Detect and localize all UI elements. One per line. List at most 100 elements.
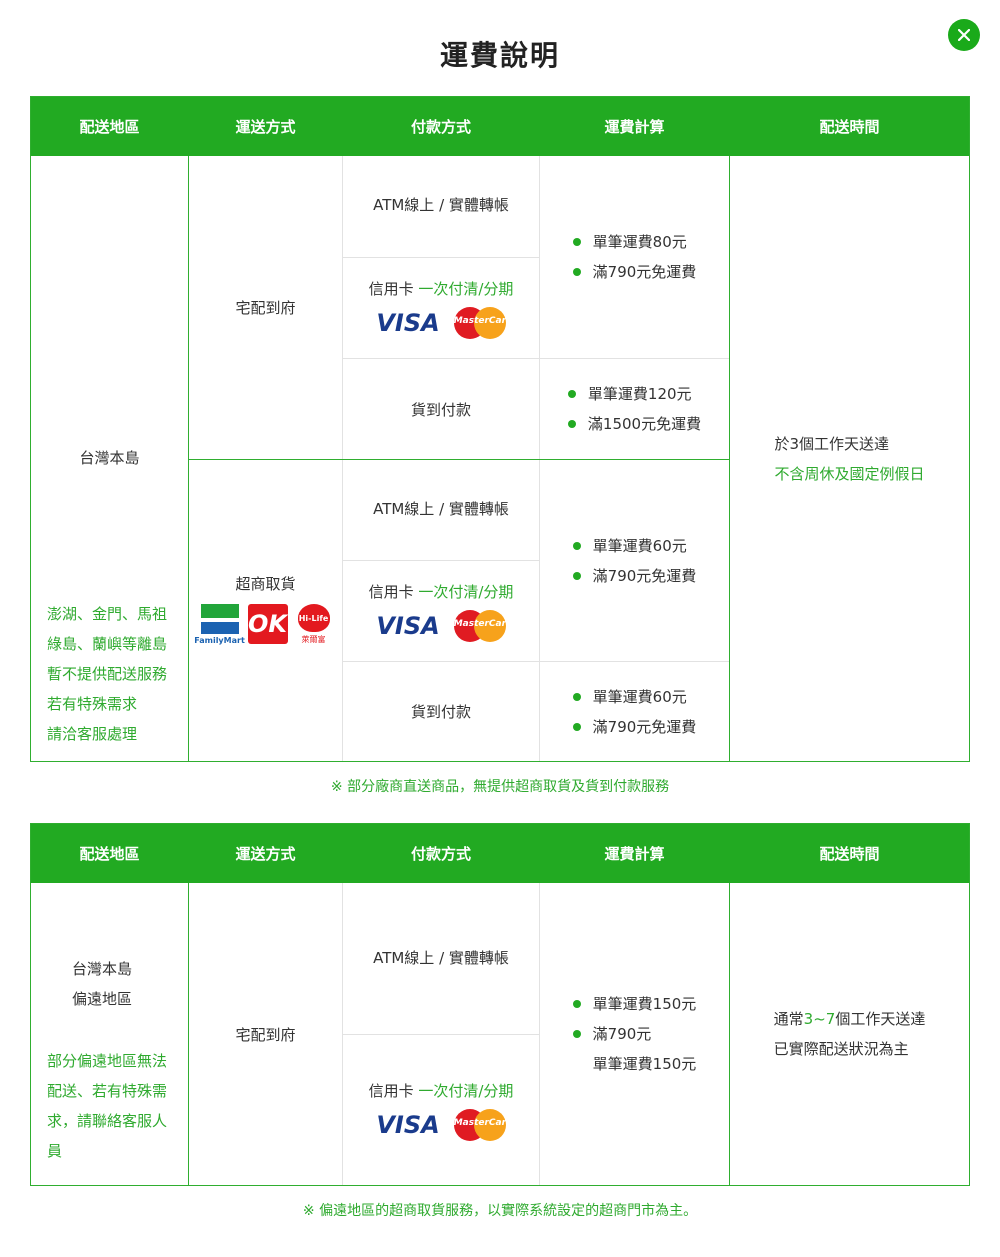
payment-atm-label: ATM線上 / 實體轉帳 [373, 500, 509, 518]
store-logos: FamilyMart OK Hi-Life 萊爾富 [194, 604, 332, 645]
header-payment: 付款方式 [410, 845, 471, 863]
hilife-text: Hi-Life [297, 604, 330, 632]
time-suffix: 個工作天送達 [835, 1010, 926, 1028]
region-note-line: 配送、若有特殊需 [47, 1082, 168, 1100]
method-store-pickup: 超商取貨 FamilyMart OK Hi-Life 萊爾富 [189, 517, 342, 645]
header-payment: 付款方式 [410, 118, 471, 136]
payment-credit-card: 信用卡 一次付清/分期 VISA MasterCard [343, 1035, 539, 1185]
fee-list: 單筆運費120元 滿1500元免運費 [567, 379, 701, 439]
header-fee: 運費計算 [604, 845, 665, 863]
visa-logo: VISA [376, 1110, 440, 1139]
header-method: 運送方式 [235, 118, 296, 136]
region-note-line: 求，請聯絡客服人 [47, 1112, 168, 1130]
modal-title: 運費說明 [439, 39, 560, 72]
shipping-table-remote: 配送地區 運送方式 付款方式 運費計算 配送時間 台灣本島 偏遠地區 部分偏遠地… [30, 823, 970, 1186]
delivery-time: 於3個工作天送達 不含周休及國定例假日 [730, 156, 969, 761]
card-prefix: 信用卡 [368, 582, 414, 601]
time-highlight: 3~7 [803, 1010, 836, 1028]
mastercard-logo: MasterCard [453, 306, 513, 339]
fee-home-prepaid: 單筆運費80元 滿790元免運費 [540, 156, 729, 358]
region-note-line: 綠島、蘭嶼等離島 [47, 635, 168, 653]
hilife-subtext: 萊爾富 [301, 635, 326, 644]
header-fee: 運費計算 [604, 118, 665, 136]
fee-item: 單筆運費60元 [572, 682, 697, 712]
header-time: 配送時間 [819, 118, 880, 136]
store-pickup-label: 超商取貨 [235, 575, 296, 593]
region-label: 台灣本島 偏遠地區 [72, 954, 132, 1014]
fee-item: 滿1500元免運費 [567, 409, 701, 439]
method-home-delivery: 宅配到府 [235, 299, 296, 317]
region-note-line: 澎湖、金門、馬祖 [47, 605, 168, 623]
hilife-logo: Hi-Life 萊爾富 [296, 604, 332, 645]
fee-list: 單筆運費150元 滿790元 單筆運費150元 [572, 989, 697, 1079]
visa-logo: VISA [376, 308, 440, 337]
payment-atm: ATM線上 / 實體轉帳 [343, 156, 539, 257]
payment-cod: 貨到付款 [410, 400, 471, 419]
close-icon [958, 29, 970, 41]
table-header: 配送地區 運送方式 付款方式 運費計算 配送時間 [31, 824, 969, 883]
mastercard-text: MasterCard [453, 315, 513, 326]
ok-mart-logo: OK [247, 604, 288, 644]
fee-list: 單筆運費60元 滿790元免運費 [572, 531, 697, 591]
mastercard-logo: MasterCard [453, 1108, 513, 1141]
close-button[interactable] [948, 19, 980, 51]
fee-store-prepaid: 單筆運費60元 滿790元免運費 [540, 460, 729, 661]
region-note-line: 員 [47, 1142, 63, 1160]
region-note: 澎湖、金門、馬祖 綠島、蘭嶼等離島 暫不提供配送服務 若有特殊需求 請洽客服處理 [47, 599, 167, 749]
card-highlight: 一次付清/分期 [418, 1081, 514, 1100]
region-note-line: 部分偏遠地區無法 [47, 1052, 168, 1070]
payment-atm: ATM線上 / 實體轉帳 [343, 883, 539, 1034]
mastercard-logo: MasterCard [453, 609, 513, 642]
region-note: 部分偏遠地區無法 配送、若有特殊需 求，請聯絡客服人 員 [47, 1046, 167, 1166]
payment-atm-label: ATM線上 / 實體轉帳 [373, 196, 509, 214]
fee-item: 單筆運費150元 [572, 989, 696, 1019]
payment-atm: ATM線上 / 實體轉帳 [343, 460, 539, 560]
fee-remote: 單筆運費150元 滿790元 單筆運費150元 [540, 883, 729, 1185]
card-logos: VISA MasterCard [376, 609, 513, 642]
region-line: 偏遠地區 [72, 990, 133, 1008]
time-prefix: 通常 [773, 1010, 804, 1028]
method-home-delivery: 宅配到府 [235, 1025, 296, 1044]
visa-logo: VISA [376, 611, 440, 640]
header-method: 運送方式 [235, 845, 296, 863]
fee-item: 單筆運費150元 [592, 1055, 697, 1073]
footnote-main: ※ 部分廠商直送商品，無提供超商取貨及貨到付款服務 [330, 779, 670, 795]
region-line: 台灣本島 [72, 960, 133, 978]
fee-list: 單筆運費60元 滿790元免運費 [572, 682, 697, 742]
fee-item: 滿790元免運費 [572, 561, 696, 591]
fee-item: 滿790元免運費 [572, 712, 696, 742]
card-logos: VISA MasterCard [376, 1108, 513, 1141]
payment-atm-label: ATM線上 / 實體轉帳 [373, 949, 509, 967]
region-note-line: 請洽客服處理 [47, 725, 138, 743]
header-region: 配送地區 [79, 845, 140, 863]
fee-item: 滿790元免運費 [572, 257, 696, 287]
fee-home-cod: 單筆運費120元 滿1500元免運費 [540, 359, 729, 459]
payment-cod: 貨到付款 [410, 703, 471, 721]
fee-list: 單筆運費80元 滿790元免運費 [572, 227, 697, 287]
shipping-table-main: 配送地區 運送方式 付款方式 運費計算 配送時間 台灣本島 澎湖、金門、馬祖 綠… [30, 96, 970, 762]
header-time: 配送時間 [819, 845, 880, 863]
familymart-logo: FamilyMart [194, 604, 245, 645]
payment-credit-card: 信用卡 一次付清/分期 VISA MasterCard [343, 258, 539, 358]
fee-item: 滿790元 [572, 1019, 697, 1049]
card-prefix: 信用卡 [368, 279, 414, 298]
card-prefix: 信用卡 [368, 1081, 414, 1100]
fee-store-cod: 單筆運費60元 滿790元免運費 [540, 662, 729, 761]
payment-credit-card: 信用卡 一次付清/分期 VISA MasterCard [343, 561, 539, 661]
mastercard-text: MasterCard [453, 618, 513, 629]
delivery-time-text: 於3個工作天送達 [774, 434, 890, 453]
card-logos: VISA MasterCard [376, 306, 513, 339]
card-highlight: 一次付清/分期 [418, 582, 514, 601]
region-note-line: 若有特殊需求 [47, 695, 138, 713]
mastercard-text: MasterCard [453, 1117, 513, 1128]
familymart-text: FamilyMart [194, 636, 245, 645]
delivery-time-note: 已實際配送狀況為主 [773, 1040, 909, 1058]
region-note-line: 暫不提供配送服務 [47, 665, 168, 683]
region-label: 台灣本島 [79, 448, 140, 467]
fee-item: 單筆運費60元 [572, 531, 697, 561]
delivery-time: 通常3~7個工作天送達 已實際配送狀況為主 [730, 883, 969, 1185]
fee-item: 單筆運費80元 [572, 227, 697, 257]
header-region: 配送地區 [79, 118, 140, 136]
card-highlight: 一次付清/分期 [418, 279, 514, 298]
delivery-time-note: 不含周休及國定例假日 [774, 464, 925, 483]
